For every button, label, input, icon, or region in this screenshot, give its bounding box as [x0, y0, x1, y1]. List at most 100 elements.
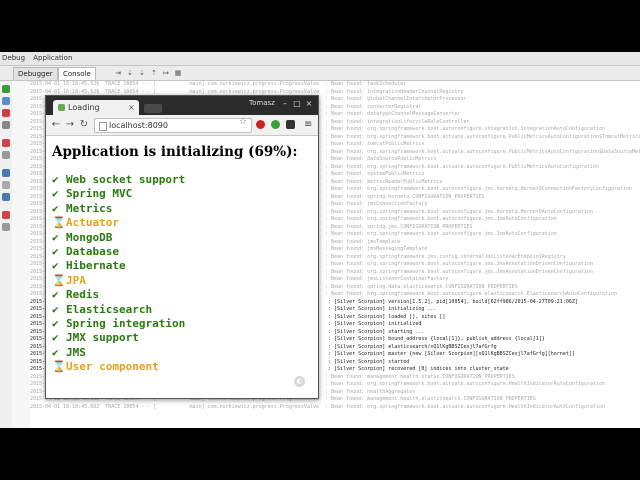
profile-name[interactable]: Tomasz — [249, 99, 275, 107]
component-item: ⌛User component — [52, 360, 185, 374]
adblock-icon[interactable] — [256, 120, 265, 129]
forward-icon[interactable]: → — [64, 119, 76, 131]
close-icon[interactable] — [2, 211, 10, 219]
component-item: ✔ Web socket support — [52, 173, 185, 187]
component-label: JMS — [66, 345, 86, 359]
pause-icon[interactable] — [2, 121, 10, 129]
component-item: ✔ JMS — [52, 346, 185, 360]
console-line: 2015-04-01 16:18:45.526 TRACE 10054 --- … — [30, 81, 407, 87]
pocket-icon[interactable] — [286, 120, 295, 129]
component-item: ✔ Hibernate — [52, 259, 185, 273]
tab-debugger[interactable]: Debugger — [13, 67, 58, 80]
window-close-icon[interactable]: × — [304, 99, 314, 109]
component-label: JMX support — [66, 331, 139, 345]
component-label: User component — [66, 360, 159, 374]
check-mark-icon: ✔ — [52, 187, 59, 201]
pin-icon[interactable] — [2, 193, 10, 201]
maximize-icon[interactable]: □ — [292, 99, 302, 109]
ide-title: Debug — [2, 54, 26, 62]
favicon-icon — [58, 104, 65, 111]
browser-window: Loading × Tomasz – □ × ← → ↻ localhost:8… — [45, 95, 319, 399]
page-title: Application is initializing (69%): — [52, 144, 297, 160]
check-mark-icon: ✔ — [52, 230, 59, 244]
evaluate-icon[interactable]: ▦ — [174, 69, 182, 77]
check-mark-icon: ✔ — [52, 345, 59, 359]
component-item: ✔ JMX support — [52, 331, 185, 345]
hourglass-icon: ⌛ — [52, 273, 66, 287]
component-item: ✔ Elasticsearch — [52, 303, 185, 317]
scroll-indicator-icon: ◐ — [294, 376, 305, 387]
component-label: Actuator — [66, 216, 119, 230]
hourglass-icon: ⌛ — [52, 360, 66, 374]
component-item: ⌛Actuator — [52, 216, 185, 230]
step-into-icon[interactable]: ⇣ — [126, 69, 134, 77]
help-icon[interactable] — [2, 223, 10, 231]
check-mark-icon: ✔ — [52, 331, 59, 345]
camera-icon[interactable] — [2, 169, 10, 177]
address-bar[interactable]: localhost:8090 — [94, 118, 252, 133]
component-label: Spring MVC — [66, 187, 133, 201]
check-mark-icon: ✔ — [52, 316, 59, 330]
component-item: ✔ MongoDB — [52, 231, 185, 245]
run-to-cursor-icon[interactable]: ↦ — [162, 69, 170, 77]
browser-tab-title: Loading — [68, 103, 100, 112]
console-line: 2015-04-01 16:18:45.602 TRACE 10054 --- … — [30, 403, 605, 410]
component-item: ✔ Redis — [52, 288, 185, 302]
force-step-into-icon[interactable]: ⇣ — [138, 69, 146, 77]
component-label: Spring integration — [66, 316, 186, 330]
browser-tab-strip: Loading × Tomasz – □ × — [46, 96, 318, 115]
component-label: Metrics — [66, 201, 113, 215]
hourglass-icon: ⌛ — [52, 216, 66, 230]
step-out-icon[interactable]: ⇡ — [150, 69, 158, 77]
browser-tab-loading[interactable]: Loading × — [53, 100, 139, 115]
page-title-prefix: Application is initializing ( — [52, 144, 255, 160]
minimize-icon[interactable]: – — [280, 99, 290, 109]
check-mark-icon: ✔ — [52, 244, 59, 258]
address-url: localhost:8090 — [109, 121, 168, 130]
extension-green-icon[interactable] — [271, 120, 280, 129]
check-mark-icon: ✔ — [52, 259, 59, 273]
menu-icon[interactable]: ≡ — [304, 119, 312, 131]
tab-close-icon[interactable]: × — [128, 100, 135, 115]
console-gutter — [12, 81, 30, 428]
component-label: JPA — [66, 273, 86, 287]
progress-percent: 69% — [254, 144, 287, 160]
check-mark-icon: ✔ — [52, 288, 59, 302]
component-list: ✔ Web socket support ✔ Spring MVC ✔ Metrics ⌛A… — [52, 173, 185, 374]
reload-icon[interactable]: ↻ — [78, 119, 90, 131]
screen: Debug Application Debugger Console ⇥ ⇣ ⇣… — [0, 0, 640, 480]
bookmark-star-icon[interactable]: ☆ — [239, 118, 247, 127]
component-label: Web socket support — [66, 173, 186, 186]
app-run-tab[interactable]: Application — [33, 54, 72, 62]
breakpoints-icon[interactable] — [2, 139, 10, 147]
settings-icon[interactable] — [2, 181, 10, 189]
resume-icon[interactable] — [2, 97, 10, 105]
component-label: Elasticsearch — [66, 302, 153, 316]
rerun-icon[interactable] — [2, 85, 10, 93]
component-item: ⌛JPA — [52, 274, 185, 288]
step-over-icon[interactable]: ⇥ — [114, 69, 122, 77]
page-content: Application is initializing (69%): ✔ Web … — [46, 136, 318, 398]
ide-tool-tabs: Debugger Console ⇥ ⇣ ⇣ ⇡ ↦ ▦ — [0, 66, 640, 81]
ide-title-bar: Debug Application — [0, 52, 640, 66]
component-item: ✔ Spring integration — [52, 317, 185, 331]
letterbox-top — [0, 0, 640, 52]
component-label: Database — [66, 244, 119, 258]
check-mark-icon: ✔ — [52, 201, 59, 215]
stop-icon[interactable] — [2, 109, 10, 117]
page-title-suffix: ): — [286, 144, 298, 160]
back-icon[interactable]: ← — [50, 119, 62, 131]
component-label: Hibernate — [66, 259, 126, 273]
new-tab-button[interactable] — [144, 104, 162, 113]
mute-breakpoints-icon[interactable] — [2, 151, 10, 159]
check-mark-icon: ✔ — [52, 173, 59, 186]
component-label: MongoDB — [66, 230, 113, 244]
component-label: Redis — [66, 288, 100, 302]
tab-console[interactable]: Console — [58, 67, 96, 80]
browser-toolbar: ← → ↻ localhost:8090 ☆ ≡ — [46, 115, 318, 136]
letterbox-bottom — [0, 428, 640, 480]
check-mark-icon: ✔ — [52, 302, 59, 316]
component-item: ✔ Spring MVC — [52, 187, 185, 201]
page-icon — [99, 122, 107, 131]
component-item: ✔ Metrics — [52, 202, 185, 216]
